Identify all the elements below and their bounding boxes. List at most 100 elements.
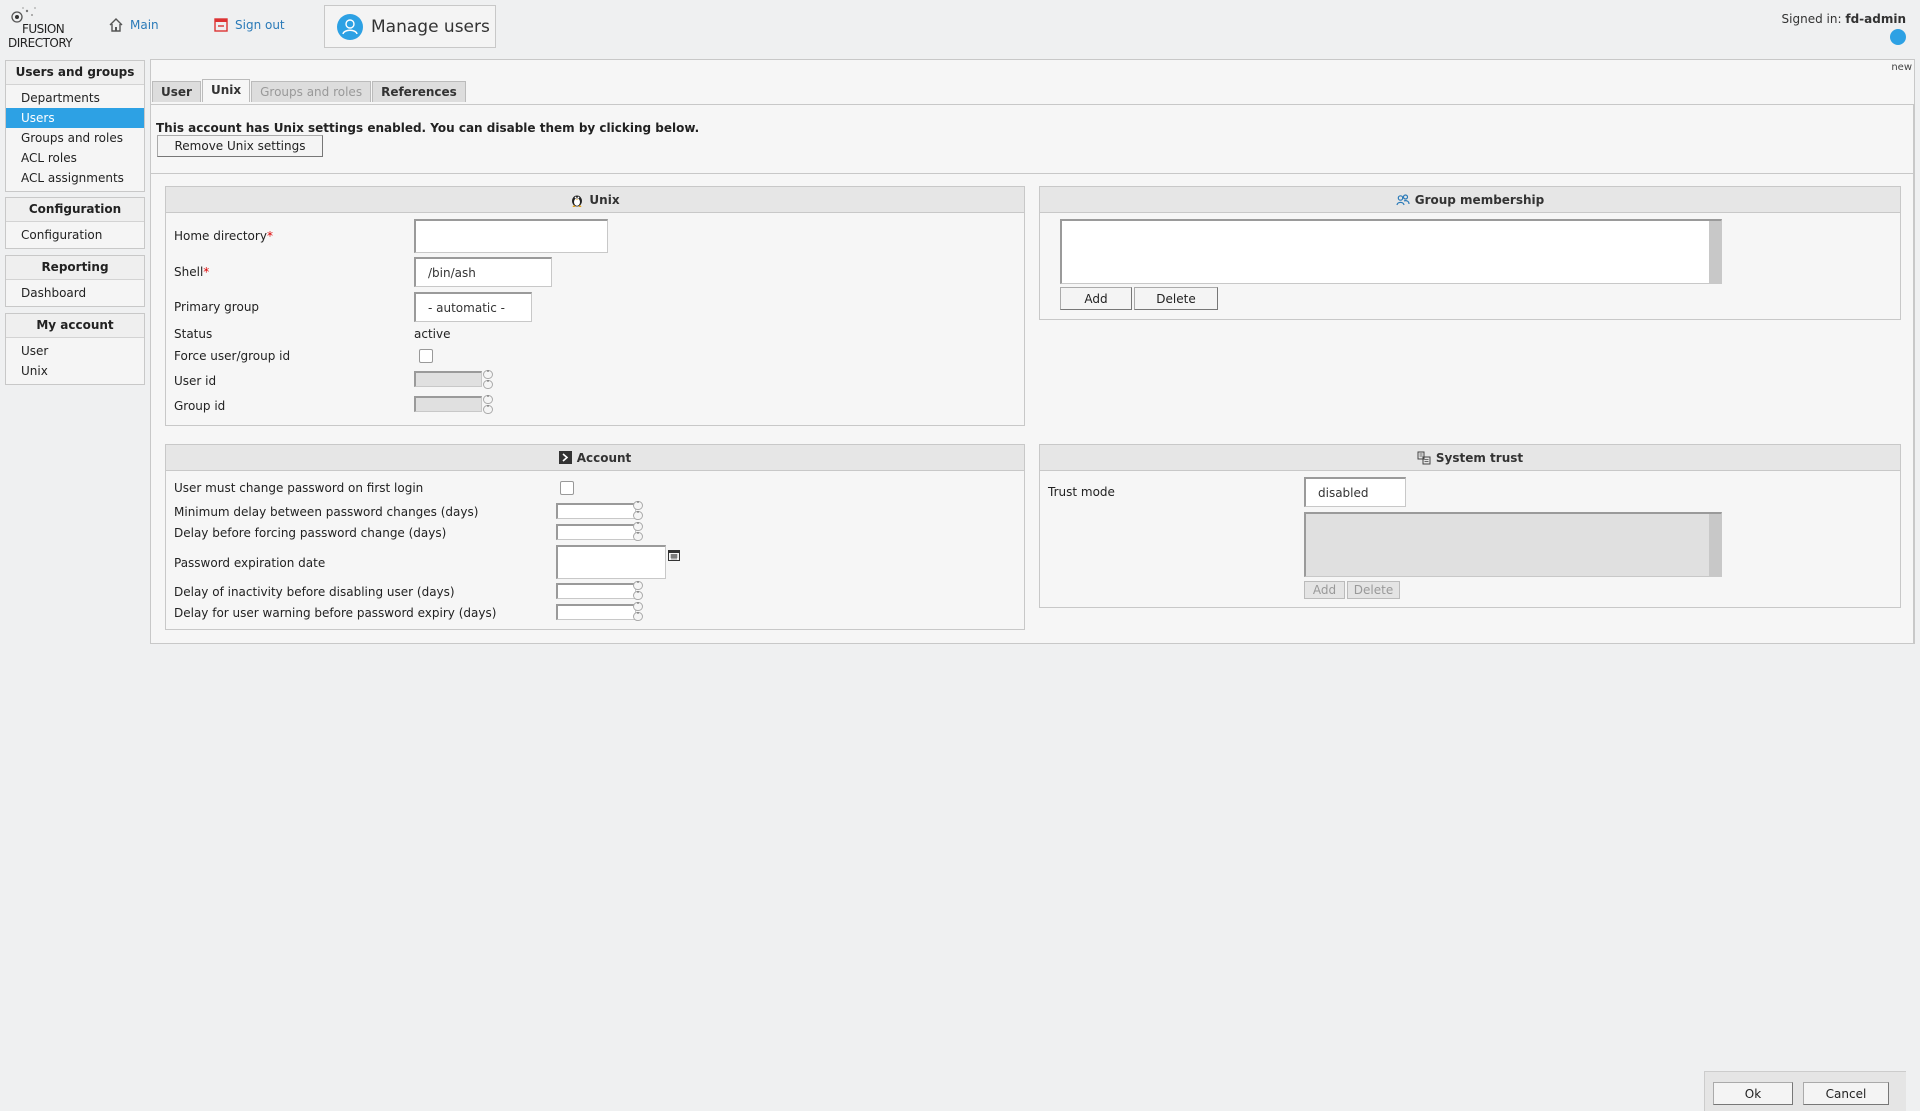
inactivity-delay-input[interactable] bbox=[556, 583, 636, 599]
sidebar-item-acl-assignments[interactable]: ACL assignments bbox=[6, 168, 144, 188]
spin-up-icon[interactable]: ˄ bbox=[633, 602, 643, 611]
sidebar-item-dashboard[interactable]: Dashboard bbox=[6, 283, 144, 303]
trusted-hosts-list bbox=[1304, 512, 1722, 577]
spin-down-icon[interactable]: ˅ bbox=[633, 532, 643, 541]
primary-group-select[interactable]: - automatic - bbox=[414, 292, 532, 322]
home-icon bbox=[109, 18, 123, 32]
scrollbar[interactable] bbox=[1709, 221, 1721, 283]
spin-down-icon: ˅ bbox=[483, 380, 493, 389]
sidebar-item-departments[interactable]: Departments bbox=[6, 88, 144, 108]
menu-header: Users and groups bbox=[6, 61, 144, 85]
menu-reporting: Reporting Dashboard bbox=[5, 255, 145, 307]
force-change-delay-input[interactable] bbox=[556, 524, 636, 540]
spin-down-icon[interactable]: ˅ bbox=[633, 591, 643, 600]
menu-header: Configuration bbox=[6, 198, 144, 222]
user-avatar[interactable] bbox=[1890, 29, 1906, 45]
spin-up-icon: ˄ bbox=[483, 395, 493, 404]
min-delay-input[interactable] bbox=[556, 503, 636, 519]
calendar-icon[interactable] bbox=[668, 549, 680, 561]
ok-button[interactable]: Ok bbox=[1713, 1082, 1793, 1105]
section-title: Group membership bbox=[1414, 192, 1545, 207]
menu-users-and-groups: Users and groups Departments Users Group… bbox=[5, 60, 145, 192]
group-id-input bbox=[414, 396, 482, 412]
account-icon bbox=[558, 451, 572, 464]
page-title: Manage users bbox=[324, 5, 496, 48]
system-trust-section: System trust Trust mode disabled Add Del… bbox=[1039, 444, 1901, 608]
sidebar-item-unix[interactable]: Unix bbox=[6, 361, 144, 381]
main-link-label: Main bbox=[130, 18, 159, 32]
sidebar-item-user[interactable]: User bbox=[6, 341, 144, 361]
sidebar-item-acl-roles[interactable]: ACL roles bbox=[6, 148, 144, 168]
tab-groups-and-roles: Groups and roles bbox=[251, 81, 372, 102]
user-id-input bbox=[414, 371, 482, 387]
group-add-button[interactable]: Add bbox=[1060, 287, 1132, 310]
sidebar-item-users[interactable]: Users bbox=[6, 108, 144, 128]
group-membership-list[interactable] bbox=[1060, 219, 1722, 284]
separator bbox=[151, 173, 1913, 174]
status-value: active bbox=[414, 327, 451, 341]
user-icon bbox=[337, 13, 363, 40]
shell-label-text: Shell bbox=[174, 265, 204, 279]
trust-mode-label: Trust mode bbox=[1048, 485, 1115, 499]
remove-unix-settings-button[interactable]: Remove Unix settings bbox=[157, 135, 323, 157]
signed-in-info: Signed in: fd-admin bbox=[1782, 12, 1906, 26]
home-directory-label: Home directory* bbox=[174, 229, 273, 243]
fusiondirectory-logo[interactable]: FUSION DIRECTORY bbox=[8, 6, 76, 50]
group-membership-section: Group membership Add Delete bbox=[1039, 186, 1901, 320]
system-trust-icon bbox=[1417, 451, 1431, 464]
trust-delete-button: Delete bbox=[1347, 581, 1400, 599]
force-id-checkbox[interactable] bbox=[419, 349, 433, 363]
section-header: Group membership bbox=[1040, 187, 1900, 213]
spin-up-icon[interactable]: ˄ bbox=[633, 501, 643, 510]
menu-configuration: Configuration Configuration bbox=[5, 197, 145, 249]
tab-unix[interactable]: Unix bbox=[201, 79, 251, 102]
section-title: Account bbox=[576, 450, 632, 465]
section-header: Account bbox=[166, 445, 1024, 471]
trust-mode-select[interactable]: disabled bbox=[1304, 477, 1406, 507]
password-expiration-label: Password expiration date bbox=[174, 556, 326, 570]
tux-icon bbox=[572, 195, 583, 207]
required-mark: * bbox=[203, 265, 210, 279]
home-directory-label-text: Home directory bbox=[174, 229, 267, 243]
new-label: new bbox=[1891, 62, 1912, 73]
page-title-text: Manage users bbox=[371, 16, 490, 37]
menu-header: My account bbox=[6, 314, 144, 338]
scrollbar bbox=[1709, 514, 1721, 576]
must-change-password-checkbox[interactable] bbox=[560, 481, 574, 495]
signout-icon bbox=[214, 18, 228, 32]
group-delete-button[interactable]: Delete bbox=[1134, 287, 1218, 310]
signed-in-label: Signed in: bbox=[1781, 12, 1842, 26]
spin-up-icon: ˄ bbox=[483, 370, 493, 379]
signout-link[interactable]: Sign out bbox=[213, 17, 285, 33]
tab-references[interactable]: References bbox=[372, 81, 466, 102]
main-link[interactable]: Main bbox=[108, 17, 159, 33]
home-directory-input[interactable] bbox=[414, 219, 608, 253]
password-expiration-date-input[interactable] bbox=[556, 545, 666, 579]
required-mark: * bbox=[266, 229, 273, 243]
cancel-button[interactable]: Cancel bbox=[1803, 1082, 1889, 1105]
shell-select[interactable]: /bin/ash bbox=[414, 257, 552, 287]
menu-my-account: My account User Unix bbox=[5, 313, 145, 385]
primary-group-label: Primary group bbox=[174, 300, 260, 314]
warning-delay-input[interactable] bbox=[556, 604, 636, 620]
group-icon bbox=[1396, 193, 1410, 205]
section-header: Unix bbox=[166, 187, 1024, 213]
signed-in-user[interactable]: fd-admin bbox=[1845, 12, 1906, 26]
spin-down-icon[interactable]: ˅ bbox=[633, 612, 643, 621]
force-id-label: Force user/group id bbox=[174, 349, 291, 363]
spin-down-icon: ˅ bbox=[483, 405, 493, 414]
sidebar-item-groups-and-roles[interactable]: Groups and roles bbox=[6, 128, 144, 148]
spin-down-icon[interactable]: ˅ bbox=[633, 511, 643, 520]
action-footer: Ok Cancel bbox=[1704, 1071, 1906, 1111]
user-id-label: User id bbox=[174, 374, 217, 388]
unix-section: Unix Home directory* Shell* /bin/ash Pri… bbox=[165, 186, 1025, 426]
trust-add-button: Add bbox=[1304, 581, 1345, 599]
shell-label: Shell* bbox=[174, 265, 209, 279]
sidebar-item-configuration[interactable]: Configuration bbox=[6, 225, 144, 245]
logo-text-line1: FUSION bbox=[22, 22, 65, 36]
status-label: Status bbox=[174, 327, 213, 341]
spin-up-icon[interactable]: ˄ bbox=[633, 522, 643, 531]
force-change-delay-label: Delay before forcing password change (da… bbox=[174, 526, 447, 540]
tab-user[interactable]: User bbox=[152, 81, 201, 102]
spin-up-icon[interactable]: ˄ bbox=[633, 581, 643, 590]
